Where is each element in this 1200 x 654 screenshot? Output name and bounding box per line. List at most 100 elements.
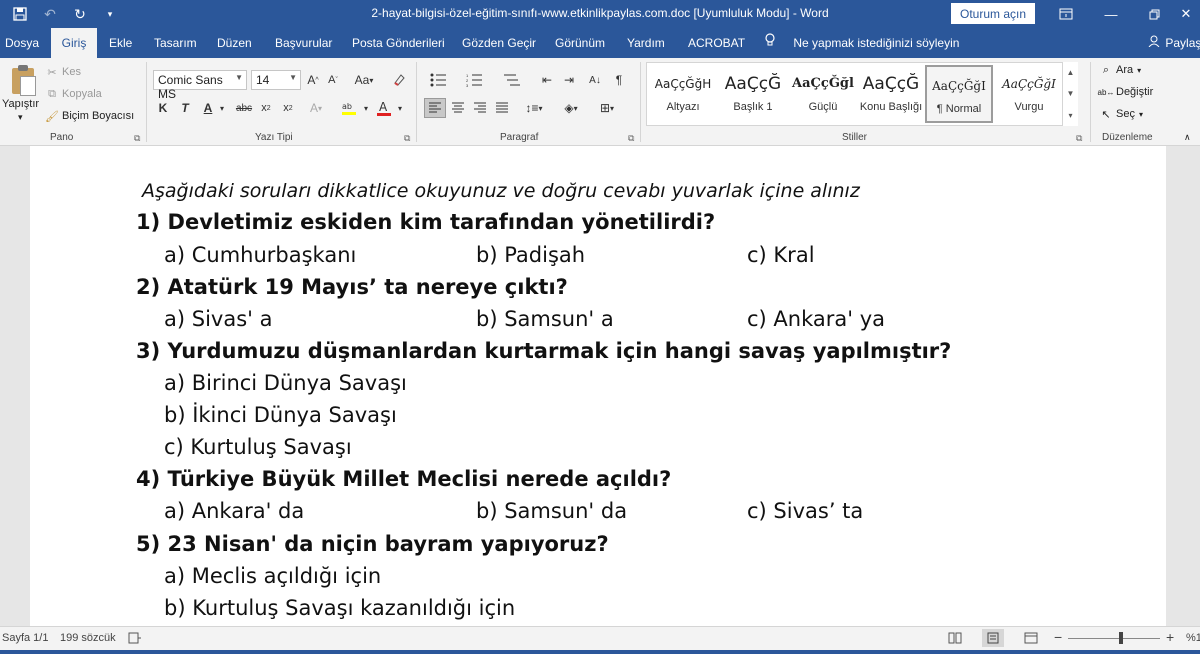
styles-launcher-icon[interactable]: ⧉	[1076, 133, 1082, 144]
restore-icon[interactable]	[1131, 0, 1177, 28]
font-size-value: 14	[256, 73, 270, 87]
grow-font-icon[interactable]: A ^	[305, 70, 321, 90]
clear-formatting-icon[interactable]	[390, 70, 408, 90]
line-spacing-icon[interactable]: ↕≡ ▾	[520, 98, 548, 118]
shading-icon[interactable]: ◈ ▾	[556, 98, 586, 118]
increase-indent-icon[interactable]: ⇥	[560, 70, 578, 90]
style-name: Konu Başlığı	[859, 101, 923, 113]
tab-design[interactable]: Tasarım	[154, 28, 197, 58]
cut-label: Kes	[62, 66, 81, 78]
borders-icon[interactable]: ⊞ ▾	[592, 98, 622, 118]
redo-icon[interactable]: ↻	[68, 4, 92, 24]
zoom-in-icon[interactable]: +	[1166, 629, 1174, 645]
align-right-icon[interactable]	[470, 98, 490, 118]
highlight-icon[interactable]: ab	[338, 98, 362, 118]
tab-mailings[interactable]: Posta Gönderileri	[352, 28, 445, 58]
font-size-box[interactable]: 14 ▼	[251, 70, 301, 90]
superscript-icon[interactable]: x2	[280, 98, 296, 118]
tab-file[interactable]: Dosya	[5, 28, 39, 58]
font-color-dropdown-icon[interactable]: ▾	[396, 98, 404, 118]
underline-dropdown-icon[interactable]: ▾	[218, 98, 226, 118]
align-center-icon[interactable]	[448, 98, 468, 118]
customize-qat-icon[interactable]: ▾	[98, 4, 122, 24]
collapse-ribbon-icon[interactable]: ∧	[1184, 132, 1191, 143]
paste-dropdown-icon[interactable]: ▾	[18, 112, 23, 123]
bullets-icon[interactable]	[426, 70, 454, 90]
bold-button[interactable]: K	[156, 98, 170, 118]
font-name-box[interactable]: Comic Sans MS ▼	[153, 70, 247, 101]
numbering-icon[interactable]: 123	[462, 70, 490, 90]
decrease-indent-icon[interactable]: ⇤	[538, 70, 556, 90]
paste-button-label[interactable]: Yapıştır	[2, 98, 39, 110]
style-subtitle[interactable]: AaÇçĞğH Altyazı	[649, 65, 717, 123]
show-formatting-icon[interactable]: ¶	[612, 70, 626, 90]
style-emphasis[interactable]: AaÇçĞğI Vurgu	[995, 65, 1063, 123]
document-page[interactable]: Aşağıdaki soruları dikkatlice okuyunuz v…	[30, 146, 1166, 626]
tab-references[interactable]: Başvurular	[275, 28, 332, 58]
strikethrough-icon[interactable]: abc	[234, 98, 254, 118]
sort-icon[interactable]: A↓	[586, 70, 604, 90]
paste-icon[interactable]	[10, 64, 38, 98]
web-layout-icon[interactable]	[1024, 632, 1038, 647]
zoom-slider-track[interactable]	[1068, 638, 1160, 639]
font-color-icon[interactable]: A	[374, 98, 394, 118]
highlight-dropdown-icon[interactable]: ▾	[362, 98, 370, 118]
tab-view[interactable]: Görünüm	[555, 28, 605, 58]
copy-button[interactable]: ⧉ Kopyala	[46, 88, 102, 101]
print-layout-icon[interactable]	[982, 629, 1004, 647]
chevron-up-icon[interactable]: ▲	[1067, 68, 1075, 77]
style-normal[interactable]: AaÇçĞğI ¶ Normal	[925, 65, 993, 123]
title-bar: ↶ ↻ ▾ 2-hayat-bilgisi-özel-eğitim-sınıfı…	[0, 0, 1200, 28]
find-button[interactable]: ⌕ Ara ▾	[1100, 64, 1142, 77]
style-preview: AaÇçĞğl	[792, 76, 854, 91]
chevron-down-icon: ▾	[1137, 65, 1142, 75]
tell-me-search[interactable]: Ne yapmak istediğinizi söyleyin	[764, 28, 959, 58]
page-count[interactable]: Sayfa 1/1	[2, 632, 48, 644]
cut-button[interactable]: ✂ Kes	[46, 66, 81, 79]
sign-in-button[interactable]: Oturum açın	[951, 3, 1035, 24]
save-icon[interactable]	[8, 4, 32, 24]
multilevel-list-icon[interactable]	[498, 70, 526, 90]
minimize-icon[interactable]: —	[1088, 0, 1134, 28]
tab-layout[interactable]: Düzen	[217, 28, 252, 58]
question-5: 5) 23 Nisan' da niçin bayram yapıyoruz?	[136, 532, 609, 556]
chevron-down-icon[interactable]: ▼	[1067, 89, 1075, 98]
zoom-slider-thumb[interactable]	[1119, 632, 1123, 644]
tab-insert[interactable]: Ekle	[109, 28, 132, 58]
style-title[interactable]: AaÇçĞ Konu Başlığı	[857, 65, 925, 123]
more-icon[interactable]: ▾	[1068, 111, 1072, 120]
justify-icon[interactable]	[492, 98, 512, 118]
replace-button[interactable]: ab↔ Değiştir	[1098, 86, 1154, 98]
tab-help[interactable]: Yardım	[627, 28, 665, 58]
zoom-out-icon[interactable]: −	[1054, 629, 1062, 645]
underline-button[interactable]: A	[200, 98, 216, 118]
style-preview: AaÇçĞğI	[1002, 77, 1056, 91]
align-left-icon[interactable]	[424, 98, 446, 118]
style-strong[interactable]: AaÇçĞğl Güçlü	[789, 65, 857, 123]
tab-review[interactable]: Gözden Geçir	[462, 28, 536, 58]
paragraph-launcher-icon[interactable]: ⧉	[628, 133, 634, 144]
change-case-icon[interactable]: Aa ▾	[350, 70, 378, 90]
italic-button[interactable]: T	[178, 98, 192, 118]
zoom-level[interactable]: %1	[1186, 632, 1200, 644]
shrink-font-icon[interactable]: Aˇ	[325, 70, 341, 90]
text-effects-icon[interactable]: A ▾	[305, 98, 327, 118]
tab-acrobat[interactable]: ACROBAT	[688, 28, 745, 58]
style-heading1[interactable]: AaÇçĞ Başlık 1	[719, 65, 787, 123]
share-button[interactable]: Paylaş	[1148, 28, 1200, 58]
format-painter-button[interactable]: 🖌 Biçim Boyacısı	[45, 110, 134, 123]
font-launcher-icon[interactable]: ⧉	[404, 133, 410, 144]
tell-me-text: Ne yapmak istediğinizi söyleyin	[793, 36, 960, 50]
undo-icon[interactable]: ↶	[38, 4, 62, 24]
word-count[interactable]: 199 sözcük	[60, 632, 116, 644]
tab-home[interactable]: Giriş	[51, 28, 97, 58]
styles-gallery-scroll[interactable]: ▲ ▼ ▾	[1062, 62, 1078, 126]
close-icon[interactable]: ✕	[1172, 0, 1200, 28]
select-button[interactable]: ↖ Seç ▾	[1100, 108, 1143, 121]
ribbon-display-options-icon[interactable]	[1043, 0, 1089, 28]
proofing-icon[interactable]	[128, 632, 142, 647]
clipboard-launcher-icon[interactable]: ⧉	[134, 133, 140, 144]
style-preview: AaÇçĞ	[724, 74, 782, 94]
subscript-icon[interactable]: x2	[258, 98, 274, 118]
read-mode-icon[interactable]	[948, 632, 962, 647]
